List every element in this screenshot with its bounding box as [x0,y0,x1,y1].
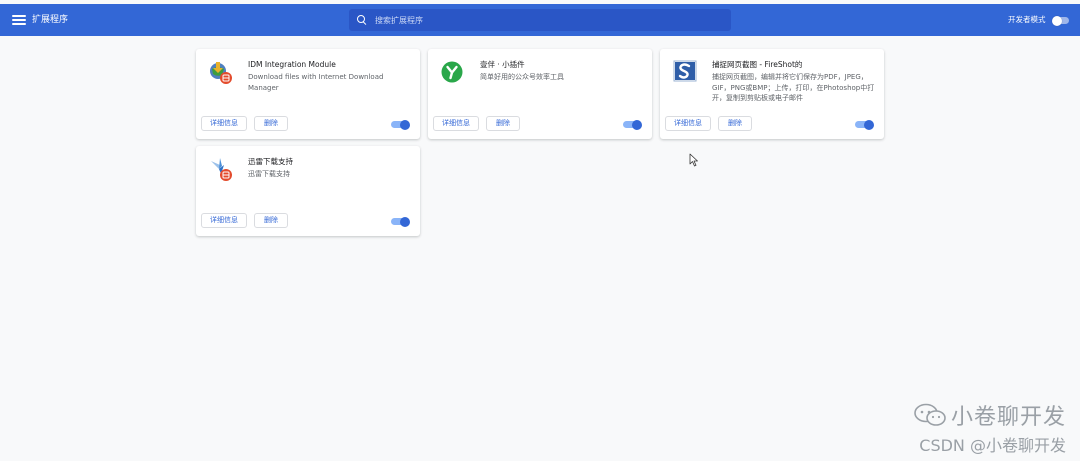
developer-mode-label: 开发者模式 [1008,15,1046,24]
details-button[interactable]: 详细信息 [665,116,711,131]
extension-name: IDM Integration Module [248,60,336,69]
remove-button[interactable]: 删除 [718,116,752,131]
extension-card-yiban: 壹伴 · 小插件 简单好用的公众号效率工具 详细信息 删除 [428,49,652,139]
extension-toggle[interactable] [623,119,642,130]
page-title: 扩展程序 [32,15,69,25]
details-button[interactable]: 详细信息 [201,213,247,228]
extension-name: 捕捉网页截图 - FireShot的 [712,60,803,69]
extension-card-xunlei: 迅雷下载支持 迅雷下载支持 详细信息 删除 [196,146,420,236]
details-button[interactable]: 详细信息 [201,116,247,131]
search-box[interactable] [349,9,731,31]
idm-icon [210,62,232,84]
search-icon [357,15,367,25]
watermark-text: 小卷聊开发 [950,405,1066,430]
extension-name: 壹伴 · 小插件 [480,60,525,69]
toggle-knob [632,119,642,130]
remove-button[interactable]: 删除 [254,213,288,228]
fireshot-icon [673,60,697,82]
remove-button[interactable]: 删除 [486,116,520,131]
toggle-knob [400,216,410,227]
extension-toggle[interactable] [855,119,874,130]
extension-description: 简单好用的公众号效率工具 [480,73,564,81]
extension-description: Download files with Internet Download Ma… [248,73,384,92]
developer-mode-toggle[interactable] [1052,15,1069,26]
search-input[interactable] [375,15,715,25]
toggle-knob [400,119,410,130]
watermark-line1: 小卷聊开发 [913,399,1066,431]
xunlei-icon [211,158,232,181]
extension-card-fireshot: 捕捉网页截图 - FireShot的 捕捉网页截图，编辑并将它们保存为PDF，J… [660,49,884,139]
extension-card-idm: IDM Integration Module Download files wi… [196,49,420,139]
extension-description: 捕捉网页截图，编辑并将它们保存为PDF，JPEG，GIF，PNG或BMP；上传，… [712,73,875,102]
menu-icon[interactable] [12,13,26,27]
extension-toggle[interactable] [391,216,410,227]
wechat-icon [914,403,946,426]
extension-toggle[interactable] [391,119,410,130]
toggle-knob [1052,15,1062,26]
details-button[interactable]: 详细信息 [433,116,479,131]
extension-name: 迅雷下载支持 [248,157,293,166]
top-toolbar: 扩展程序 开发者模式 [0,4,1080,36]
toggle-knob [864,119,874,130]
yiban-icon [441,61,463,83]
watermark-line2: CSDN @小卷聊开发 [919,436,1066,455]
mouse-cursor-icon [689,153,698,167]
remove-button[interactable]: 删除 [254,116,288,131]
extension-description: 迅雷下载支持 [248,170,290,178]
